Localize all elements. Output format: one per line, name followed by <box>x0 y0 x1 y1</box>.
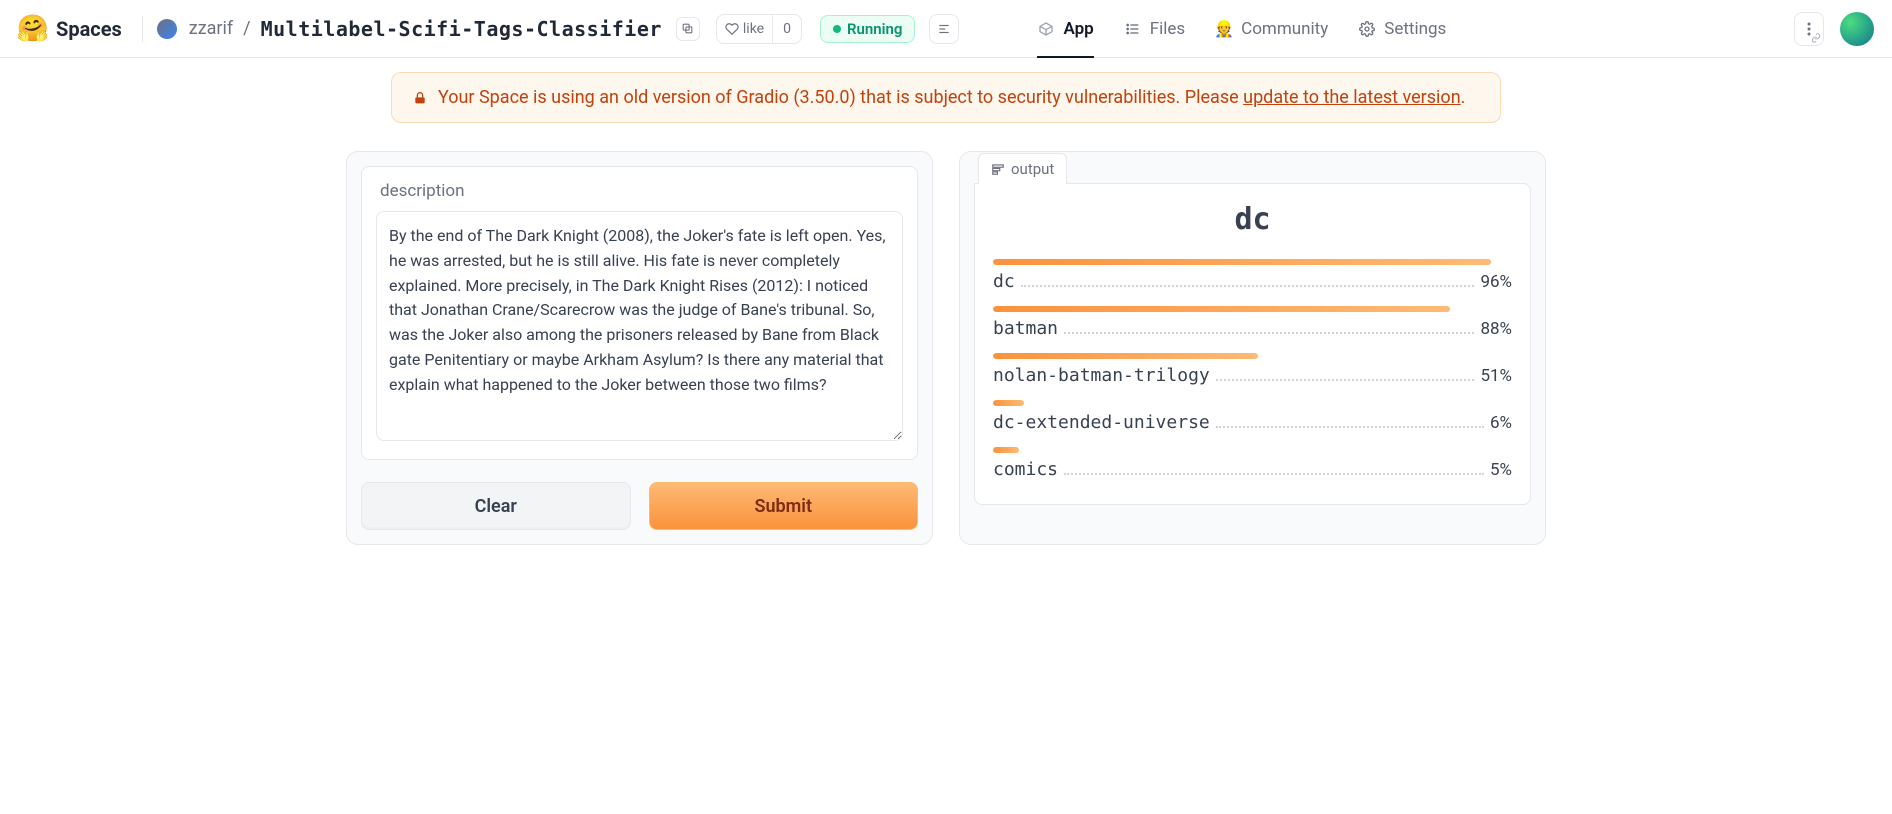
bar-dots <box>1064 473 1484 475</box>
nav-tabs: App Files 👷 Community Settings <box>1037 0 1446 57</box>
tab-settings-label: Settings <box>1384 19 1446 39</box>
bar-percent: 88% <box>1480 319 1512 339</box>
copy-name-button[interactable] <box>676 17 700 41</box>
bar-label: comics <box>993 459 1058 480</box>
like-count: 0 <box>772 15 801 43</box>
topbar: 🤗 Spaces zzarif / Multilabel-Scifi-Tags-… <box>0 0 1892 58</box>
user-avatar[interactable] <box>1840 12 1874 46</box>
path-slash: / <box>243 18 250 39</box>
header-right <box>1794 12 1874 46</box>
tab-files[interactable]: Files <box>1124 0 1185 57</box>
bar-fill <box>993 447 1019 453</box>
input-panel-inner: description <box>361 166 918 460</box>
output-bar-row: batman 88% <box>993 306 1512 339</box>
status-pill[interactable]: Running <box>820 15 915 43</box>
space-name[interactable]: Multilabel-Scifi-Tags-Classifier <box>261 17 662 41</box>
output-bar-row: comics 5% <box>993 447 1512 480</box>
hf-logo-icon[interactable]: 🤗 <box>18 14 48 44</box>
button-row: Clear Submit <box>361 482 918 530</box>
bar-labels: dc 96% <box>993 271 1512 292</box>
description-input[interactable] <box>376 211 903 441</box>
tab-community-label: Community <box>1241 19 1328 39</box>
submit-button[interactable]: Submit <box>649 482 919 530</box>
bar-dots <box>1216 426 1484 428</box>
lock-icon <box>412 90 428 106</box>
bar-track <box>993 306 1512 312</box>
more-menu-button[interactable] <box>1794 12 1824 46</box>
bar-dots <box>1021 285 1475 287</box>
label-icon <box>991 162 1005 176</box>
banner-update-link[interactable]: update to the latest version <box>1243 87 1461 108</box>
bar-fill <box>993 400 1024 406</box>
owner-link[interactable]: zzarif <box>189 18 233 39</box>
cube-icon <box>1037 20 1055 38</box>
bar-dots <box>1064 332 1474 334</box>
bar-label: nolan-batman-trilogy <box>993 365 1210 386</box>
bar-fill <box>993 306 1450 312</box>
banner-suffix: . <box>1461 87 1466 108</box>
tab-app[interactable]: App <box>1037 0 1093 57</box>
divider <box>142 16 143 42</box>
bar-fill <box>993 353 1258 359</box>
bar-track <box>993 400 1512 406</box>
bar-percent: 5% <box>1490 460 1512 480</box>
output-bar-row: nolan-batman-trilogy 51% <box>993 353 1512 386</box>
output-tab-label: output <box>1011 160 1054 178</box>
clear-button[interactable]: Clear <box>361 482 631 530</box>
status-dot-icon <box>833 25 841 33</box>
output-bar-row: dc 96% <box>993 259 1512 292</box>
tab-community[interactable]: 👷 Community <box>1215 0 1328 57</box>
output-body: dc dc 96% batman 88% nolan-batman-trilogy 51%… <box>974 183 1531 505</box>
bar-label: dc-extended-universe <box>993 412 1210 433</box>
logs-icon <box>937 22 951 36</box>
bar-labels: dc-extended-universe 6% <box>993 412 1512 433</box>
bar-percent: 6% <box>1490 413 1512 433</box>
status-label: Running <box>847 20 902 38</box>
files-icon <box>1124 20 1142 38</box>
tab-files-label: Files <box>1150 19 1185 39</box>
bar-percent: 51% <box>1480 366 1512 386</box>
bar-labels: nolan-batman-trilogy 51% <box>993 365 1512 386</box>
bar-label: dc <box>993 271 1015 292</box>
banner-text: Your Space is using an old version of Gr… <box>438 87 1465 108</box>
link-icon <box>1811 33 1821 43</box>
output-top-label: dc <box>993 202 1512 237</box>
banner-prefix: Your Space is using an old version of Gr… <box>438 87 1243 108</box>
tab-settings[interactable]: Settings <box>1358 0 1446 57</box>
main-content: description Clear Submit output dc dc 96%… <box>336 151 1556 545</box>
bar-track <box>993 353 1512 359</box>
bar-labels: batman 88% <box>993 318 1512 339</box>
bar-track <box>993 447 1512 453</box>
bar-percent: 96% <box>1480 272 1512 292</box>
input-panel: description Clear Submit <box>346 151 933 545</box>
output-panel: output dc dc 96% batman 88% nolan-batman-tri… <box>959 151 1546 545</box>
bar-labels: comics 5% <box>993 459 1512 480</box>
output-bars: dc 96% batman 88% nolan-batman-trilogy 51% dc-… <box>993 259 1512 480</box>
bar-track <box>993 259 1512 265</box>
tab-app-label: App <box>1063 19 1093 39</box>
copy-icon <box>681 22 694 35</box>
like-button[interactable]: like <box>717 15 772 43</box>
warning-banner: Your Space is using an old version of Gr… <box>391 72 1501 123</box>
gear-icon <box>1358 20 1376 38</box>
like-group: like 0 <box>716 14 802 44</box>
community-icon: 👷 <box>1215 20 1233 38</box>
output-tab[interactable]: output <box>978 153 1067 184</box>
output-bar-row: dc-extended-universe 6% <box>993 400 1512 433</box>
heart-icon <box>725 22 739 36</box>
spaces-label[interactable]: Spaces <box>56 17 122 41</box>
bar-dots <box>1216 379 1475 381</box>
bar-label: batman <box>993 318 1058 339</box>
logs-button[interactable] <box>929 14 959 44</box>
bar-fill <box>993 259 1491 265</box>
description-label: description <box>376 181 903 201</box>
owner-avatar-icon[interactable] <box>157 19 177 39</box>
like-label: like <box>743 21 764 37</box>
